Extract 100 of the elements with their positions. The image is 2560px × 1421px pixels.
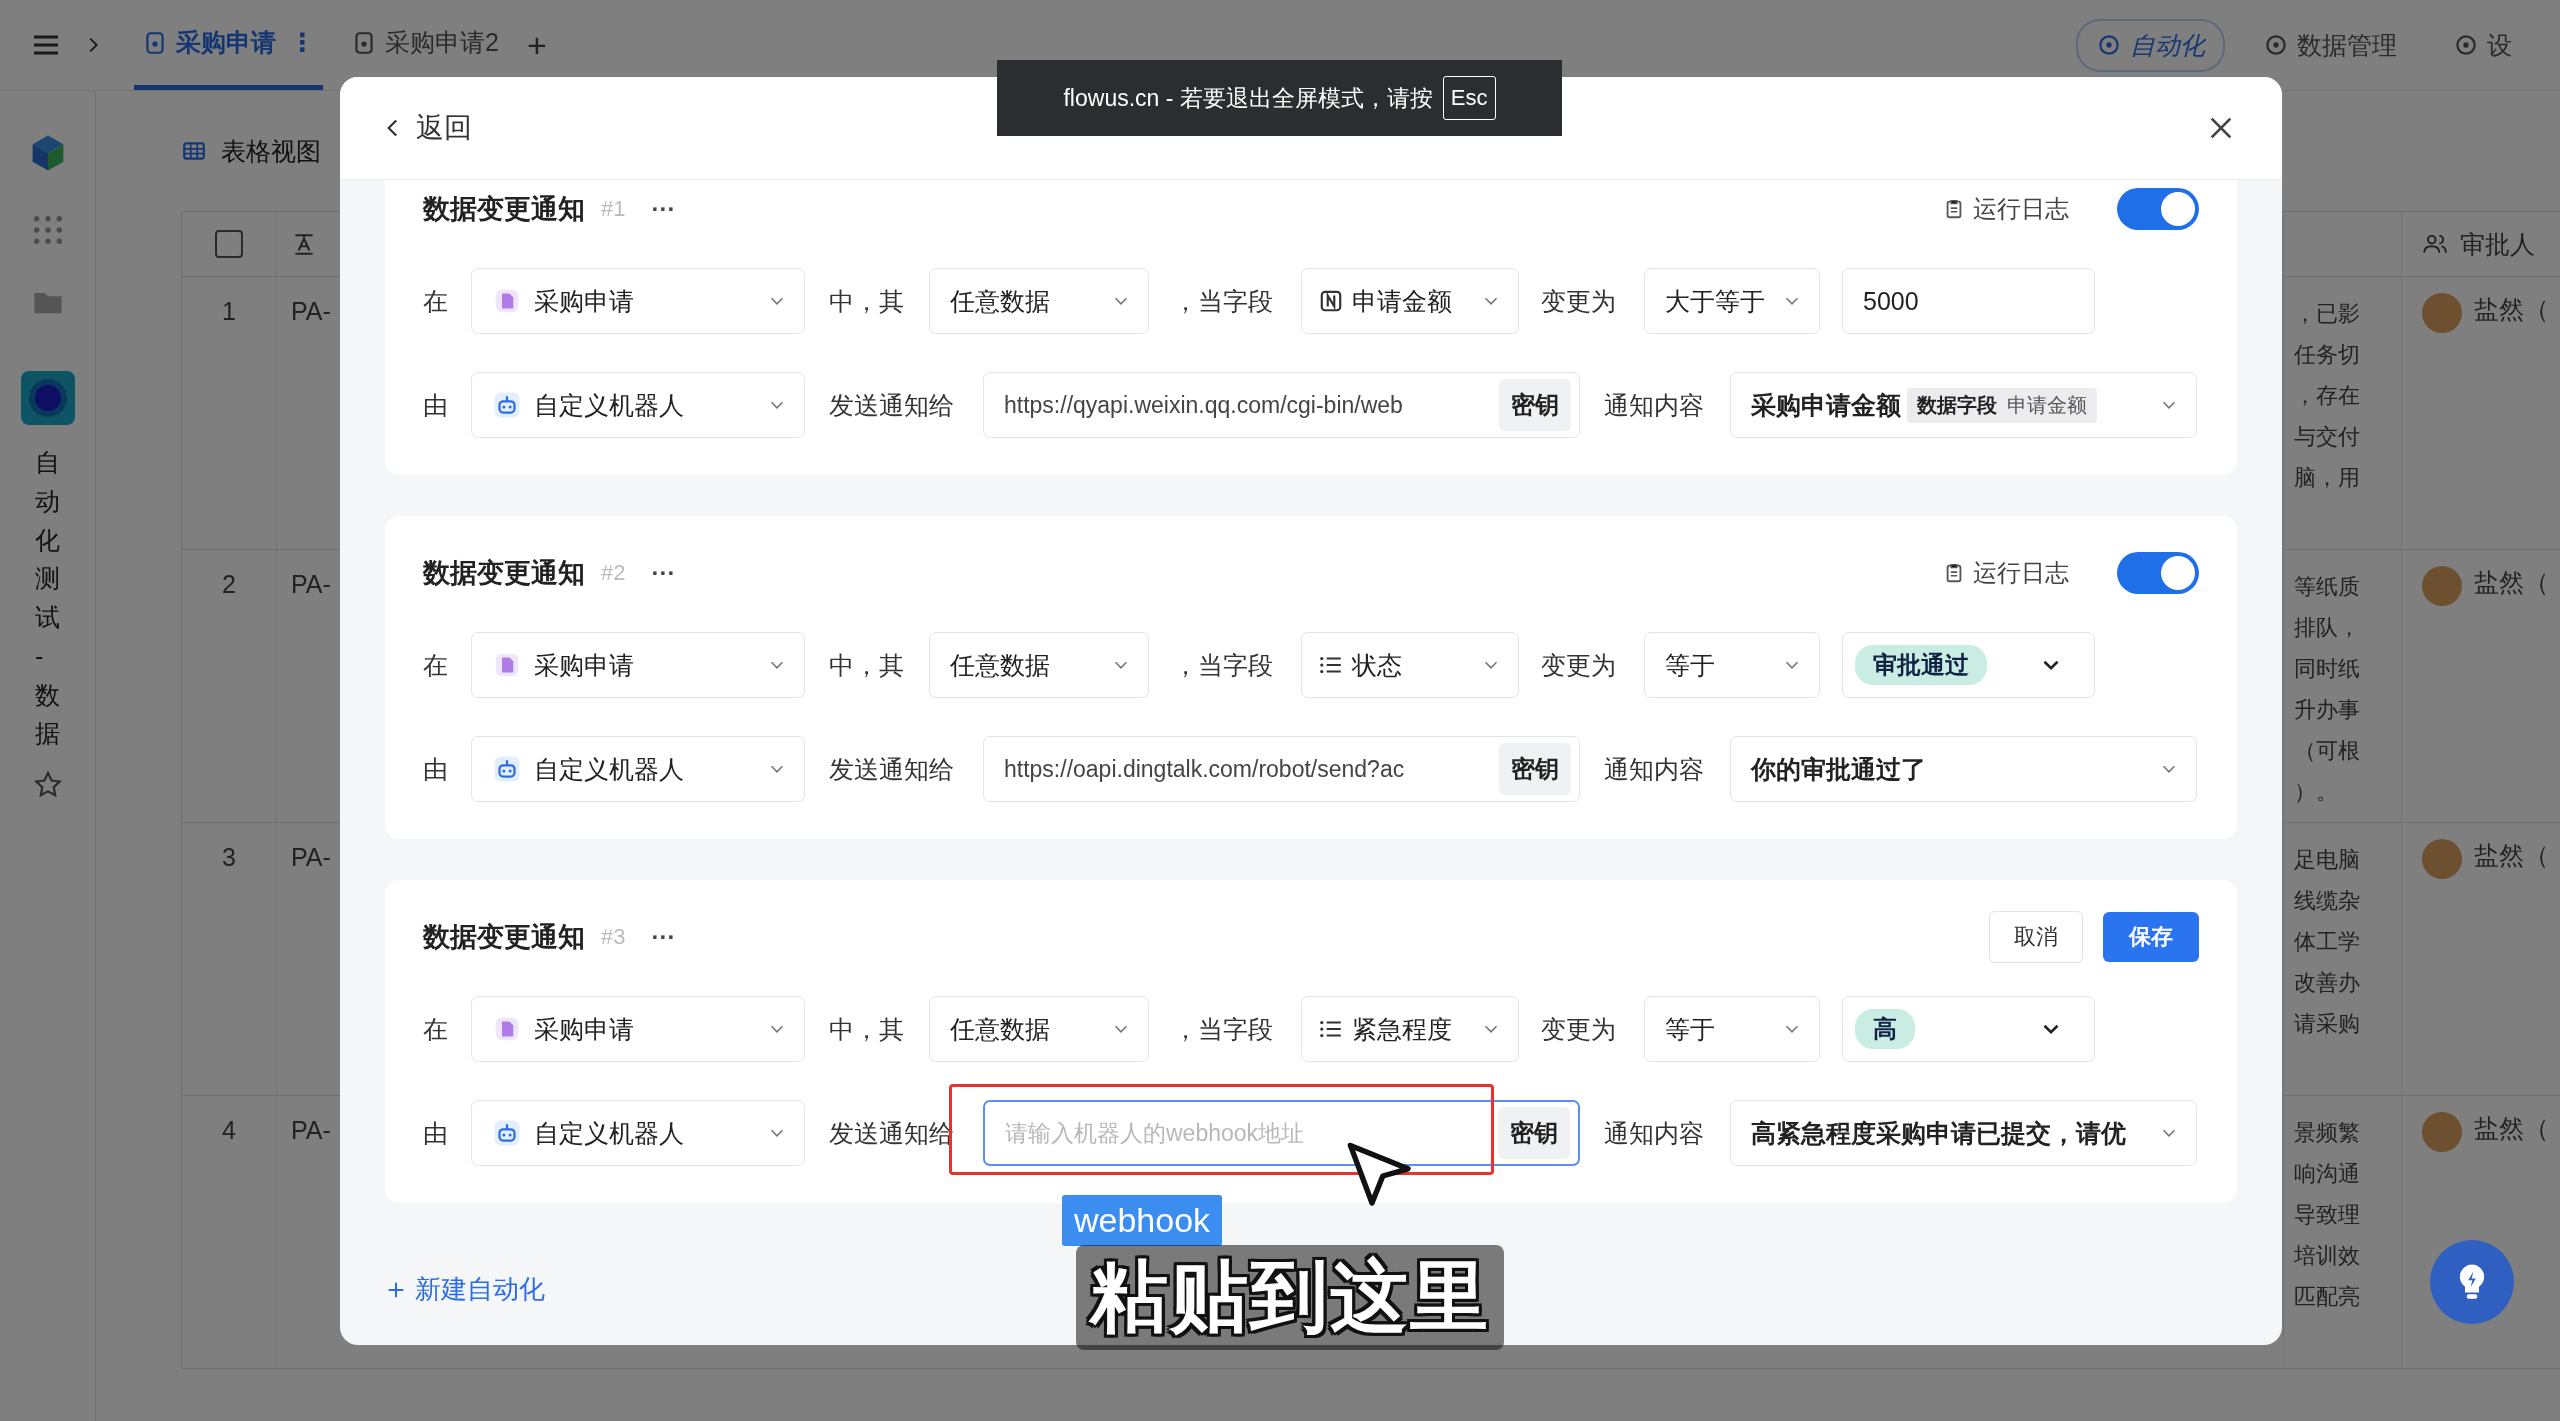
field-select[interactable]: 紧急程度	[1301, 996, 1519, 1062]
robot-select[interactable]: 自定义机器人	[471, 736, 805, 802]
label: 通知内容	[1603, 753, 1705, 785]
run-log-button[interactable]: 运行日志	[1943, 557, 2069, 589]
field-select[interactable]: 状态	[1301, 632, 1519, 698]
secret-button[interactable]: 密钥	[1498, 1107, 1570, 1159]
automation-title: 数据变更通知	[423, 557, 585, 590]
table-cell-text: ）。	[2294, 778, 2339, 806]
row-number: 4	[222, 1116, 236, 1146]
number-field-icon	[1318, 288, 1344, 314]
notice-text: flowus.cn - 若要退出全屏模式，请按	[1063, 83, 1433, 113]
label: 在	[423, 1013, 449, 1045]
table-cell-text: 升办事	[2294, 696, 2361, 724]
content-text: 你的审批通过了	[1751, 753, 1926, 785]
select-all-checkbox[interactable]	[215, 230, 243, 258]
table-cell-text: 同时纸	[2294, 655, 2361, 683]
more-button[interactable]: ···	[651, 923, 676, 951]
table-cell-text: 脑，用	[2294, 464, 2361, 492]
row-number: 1	[222, 297, 236, 327]
secret-button[interactable]: 密钥	[1499, 743, 1571, 795]
approver-name: 盐然（	[2474, 1113, 2549, 1144]
cancel-button[interactable]: 取消	[1989, 911, 2083, 963]
enable-toggle[interactable]	[2117, 188, 2199, 230]
operator-select[interactable]: 等于	[1644, 996, 1820, 1062]
table-select[interactable]: 采购申请	[471, 632, 805, 698]
label: 发送通知给	[828, 389, 955, 421]
table-cell-text: ，已影	[2294, 300, 2361, 328]
add-tab-button[interactable]: +	[526, 25, 547, 65]
label: 发送通知给	[828, 753, 955, 785]
field-chip: 数据字段 申请金额	[1907, 387, 2097, 423]
webhook-field[interactable]: https://qyapi.weixin.qq.com/cgi-bin/web 密钥	[983, 372, 1580, 438]
table-cell-text: 匹配亮	[2294, 1283, 2361, 1311]
label: 中，其	[828, 285, 905, 317]
table-cell-text: 体工学	[2294, 928, 2361, 956]
approver-name: 盐然（	[2474, 294, 2549, 325]
label: 通知内容	[1603, 1117, 1705, 1149]
secret-button[interactable]: 密钥	[1499, 379, 1571, 431]
label: 中，其	[828, 649, 905, 681]
content-select[interactable]: 采购申请金额 数据字段 申请金额	[1730, 372, 2197, 438]
save-button[interactable]: 保存	[2103, 912, 2199, 962]
automation-number: #1	[601, 196, 626, 222]
table-cell-text: 响沟通	[2294, 1160, 2361, 1188]
automation-title: 数据变更通知	[423, 921, 585, 954]
approver-name: 盐然（	[2474, 840, 2549, 871]
robot-icon	[492, 754, 522, 784]
value-select[interactable]: 审批通过	[1842, 632, 2095, 698]
table-cell-text: PA-	[291, 570, 331, 600]
column-header[interactable]: 审批人	[2460, 227, 2535, 261]
table-cell-text: 排队，	[2294, 614, 2361, 642]
content-select[interactable]: 你的审批通过了	[1730, 736, 2197, 802]
avatar	[2422, 293, 2462, 333]
operator-select[interactable]: 等于	[1644, 632, 1820, 698]
table-cell-text: PA-	[291, 843, 331, 873]
enable-toggle[interactable]	[2117, 552, 2199, 594]
option-tag: 审批通过	[1855, 645, 1987, 685]
content-text: 高紧急程度采购申请已提交，请优	[1751, 1117, 2126, 1149]
toolbar-button[interactable]: 数据管理	[2245, 20, 2415, 70]
approver-name: 盐然（	[2474, 567, 2549, 598]
more-button[interactable]: ···	[651, 559, 676, 587]
new-automation-link[interactable]: 新建自动化	[385, 1272, 545, 1307]
automation-title: 数据变更通知	[423, 193, 585, 226]
robot-select[interactable]: 自定义机器人	[471, 372, 805, 438]
table-cell-text: 改善办	[2294, 969, 2361, 997]
table-cell-text: 与交付	[2294, 423, 2361, 451]
label: 变更为	[1540, 285, 1617, 317]
back-button[interactable]: 返回	[380, 109, 472, 147]
label: ，当字段	[1172, 649, 1274, 681]
run-log-button[interactable]: 运行日志	[1943, 193, 2069, 225]
option-tag: 高	[1855, 1009, 1915, 1049]
table-select[interactable]: 采购申请	[471, 996, 805, 1062]
scope-select[interactable]: 任意数据	[929, 632, 1149, 698]
caption-tag: webhook	[1062, 1195, 1223, 1246]
robot-icon	[492, 390, 522, 420]
table-cell-text: 任务切	[2294, 341, 2361, 369]
page-tab[interactable]: 采购申请2	[343, 15, 507, 75]
workspace-name[interactable]: 自动化测试-数据	[35, 443, 60, 753]
label: ，当字段	[1172, 285, 1274, 317]
value-select[interactable]: 高	[1842, 996, 2095, 1062]
webhook-field[interactable]: https://oapi.dingtalk.com/robot/send?ac 密钥	[983, 736, 1580, 802]
toolbar-icon	[2453, 32, 2479, 58]
scope-select[interactable]: 任意数据	[929, 996, 1149, 1062]
robot-select[interactable]: 自定义机器人	[471, 1100, 805, 1166]
field-select[interactable]: 申请金额	[1301, 268, 1519, 334]
value-input[interactable]: 5000	[1842, 268, 2095, 334]
operator-select[interactable]: 大于等于	[1644, 268, 1820, 334]
table-select[interactable]: 采购申请	[471, 268, 805, 334]
automation-number: #3	[601, 924, 626, 950]
scope-select[interactable]: 任意数据	[929, 268, 1149, 334]
toolbar-button[interactable]: 设	[2435, 20, 2530, 70]
workspace-icon[interactable]	[20, 371, 75, 425]
avatar	[2422, 1112, 2462, 1152]
table-cell-text: 等纸质	[2294, 573, 2361, 601]
more-button[interactable]: ···	[651, 195, 676, 223]
toolbar-icon	[2096, 32, 2122, 58]
avatar	[2422, 566, 2462, 606]
label: 由	[423, 1117, 449, 1149]
content-select[interactable]: 高紧急程度采购申请已提交，请优	[1730, 1100, 2197, 1166]
label: 变更为	[1540, 649, 1617, 681]
content-text: 采购申请金额	[1751, 389, 1901, 421]
view-tab[interactable]: 表格视图	[181, 134, 321, 168]
